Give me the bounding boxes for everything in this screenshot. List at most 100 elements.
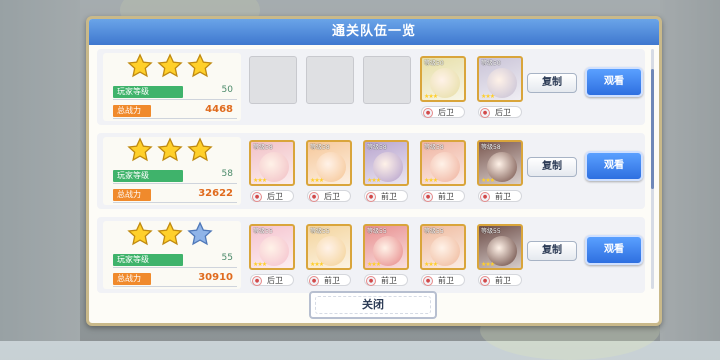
clear-stars [127,137,227,163]
character-portrait[interactable]: 等级55 ★★★ [249,224,295,270]
character-portrait[interactable]: 等级55 ★★★ [420,224,466,270]
dialog-title-bar: 通关队伍一览 [89,19,659,45]
divider [113,99,237,100]
rarity-stars-icon: ★★★ [481,177,495,184]
player-level-value: 50 [221,85,233,95]
position-label: 后卫 [438,108,454,117]
character-portrait[interactable]: 等级58 ★★★ [420,140,466,186]
character-portrait[interactable]: 等级58 ★★★ [363,140,409,186]
team-list: 玩家等级 50 总战力 4468 等级50 ★★★ ● 后卫 等级50 ★★★ ● 后卫 复制 观看 玩家等… [97,49,645,295]
character-level: 等级55 [481,228,501,235]
position-label: 前卫 [438,276,454,285]
combat-power-value: 32622 [198,188,233,199]
copy-team-button[interactable]: 复制 [527,73,577,93]
player-level-label: 玩家等级 [113,170,183,182]
character-level: 等级58 [481,144,501,151]
position-icon: ● [423,192,433,202]
rarity-stars-icon: ★★★ [310,177,324,184]
position-icon: ● [423,276,433,286]
position-label: 前卫 [438,192,454,201]
combat-power-label: 总战力 [113,105,151,117]
character-level: 等级55 [310,228,330,235]
position-badge: ● 后卫 [250,274,294,286]
position-label: 前卫 [381,192,397,201]
position-label: 前卫 [381,276,397,285]
position-label: 后卫 [267,276,283,285]
team-summary: 玩家等级 55 总战力 30910 [103,221,241,289]
position-badge: ● 后卫 [307,190,351,202]
character-portrait[interactable]: 等级58 ★★★ [306,140,352,186]
rarity-stars-icon: ★★★ [253,177,267,184]
combat-power-label: 总战力 [113,273,151,285]
position-icon: ● [366,276,376,286]
view-replay-button[interactable]: 观看 [585,235,643,265]
rarity-stars-icon: ★★★ [481,261,495,268]
position-badge: ● 前卫 [421,190,465,202]
divider [113,202,237,203]
copy-team-button[interactable]: 复制 [527,241,577,261]
position-icon: ● [480,108,490,118]
character-level: 等级55 [253,228,273,235]
empty-member-slot [306,56,354,104]
position-badge: ● 前卫 [478,274,522,286]
character-level: 等级55 [424,228,444,235]
clear-stars [127,53,227,79]
position-badge: ● 后卫 [478,106,522,118]
character-portrait[interactable]: 等级58 ★★★ [477,140,523,186]
copy-team-button[interactable]: 复制 [527,157,577,177]
position-label: 后卫 [267,192,283,201]
team-row: 玩家等级 58 总战力 32622 等级58 ★★★ ● 后卫 等级58 ★★★ ● 后卫 等级58 ★★… [97,133,645,209]
character-portrait[interactable]: 等级50 ★★★ [420,56,466,102]
rarity-stars-icon: ★★★ [424,177,438,184]
cleared-teams-dialog: 通关队伍一览 玩家等级 50 总战力 4468 等级50 ★★★ ● 后卫 等级50 ★★★ ● 后卫… [86,16,662,326]
star-filled-icon [187,137,213,163]
team-row: 玩家等级 55 总战力 30910 等级55 ★★★ ● 后卫 等级55 ★★★ ● 前卫 等级55 ★★… [97,217,645,293]
player-level-label: 玩家等级 [113,86,183,98]
scrollbar-thumb[interactable] [651,69,654,189]
star-filled-icon [157,53,183,79]
close-button[interactable]: 关闭 [309,291,437,319]
character-portrait[interactable]: 等级50 ★★★ [477,56,523,102]
position-badge: ● 前卫 [421,274,465,286]
position-label: 前卫 [324,276,340,285]
position-badge: ● 前卫 [364,190,408,202]
position-badge: ● 前卫 [478,190,522,202]
position-label: 后卫 [324,192,340,201]
combat-power-value: 30910 [198,272,233,283]
empty-member-slot [249,56,297,104]
star-filled-icon [127,221,153,247]
divider [113,183,237,184]
scrollbar[interactable] [651,49,654,289]
star-filled-icon [157,221,183,247]
position-icon: ● [309,276,319,286]
position-label: 后卫 [495,108,511,117]
clear-stars [127,221,227,247]
character-level: 等级50 [424,60,444,67]
team-row: 玩家等级 50 总战力 4468 等级50 ★★★ ● 后卫 等级50 ★★★ ● 后卫 复制 观看 [97,49,645,125]
view-replay-button[interactable]: 观看 [585,151,643,181]
star-filled-icon [127,53,153,79]
rarity-stars-icon: ★★★ [367,261,381,268]
position-icon: ● [480,192,490,202]
character-portrait[interactable]: 等级55 ★★★ [306,224,352,270]
character-level: 等级58 [253,144,273,151]
character-level: 等级50 [481,60,501,67]
character-portrait[interactable]: 等级58 ★★★ [249,140,295,186]
position-badge: ● 后卫 [421,106,465,118]
character-level: 等级55 [367,228,387,235]
combat-power-label: 总战力 [113,189,151,201]
divider [113,267,237,268]
view-replay-button[interactable]: 观看 [585,67,643,97]
character-portrait[interactable]: 等级55 ★★★ [477,224,523,270]
character-level: 等级58 [367,144,387,151]
rarity-stars-icon: ★★★ [424,261,438,268]
close-button-inner [315,296,431,314]
player-level-label: 玩家等级 [113,254,183,266]
position-icon: ● [252,276,262,286]
position-label: 前卫 [495,276,511,285]
character-portrait[interactable]: 等级55 ★★★ [363,224,409,270]
rarity-stars-icon: ★★★ [310,261,324,268]
rarity-stars-icon: ★★★ [481,93,495,100]
position-icon: ● [366,192,376,202]
position-label: 前卫 [495,192,511,201]
